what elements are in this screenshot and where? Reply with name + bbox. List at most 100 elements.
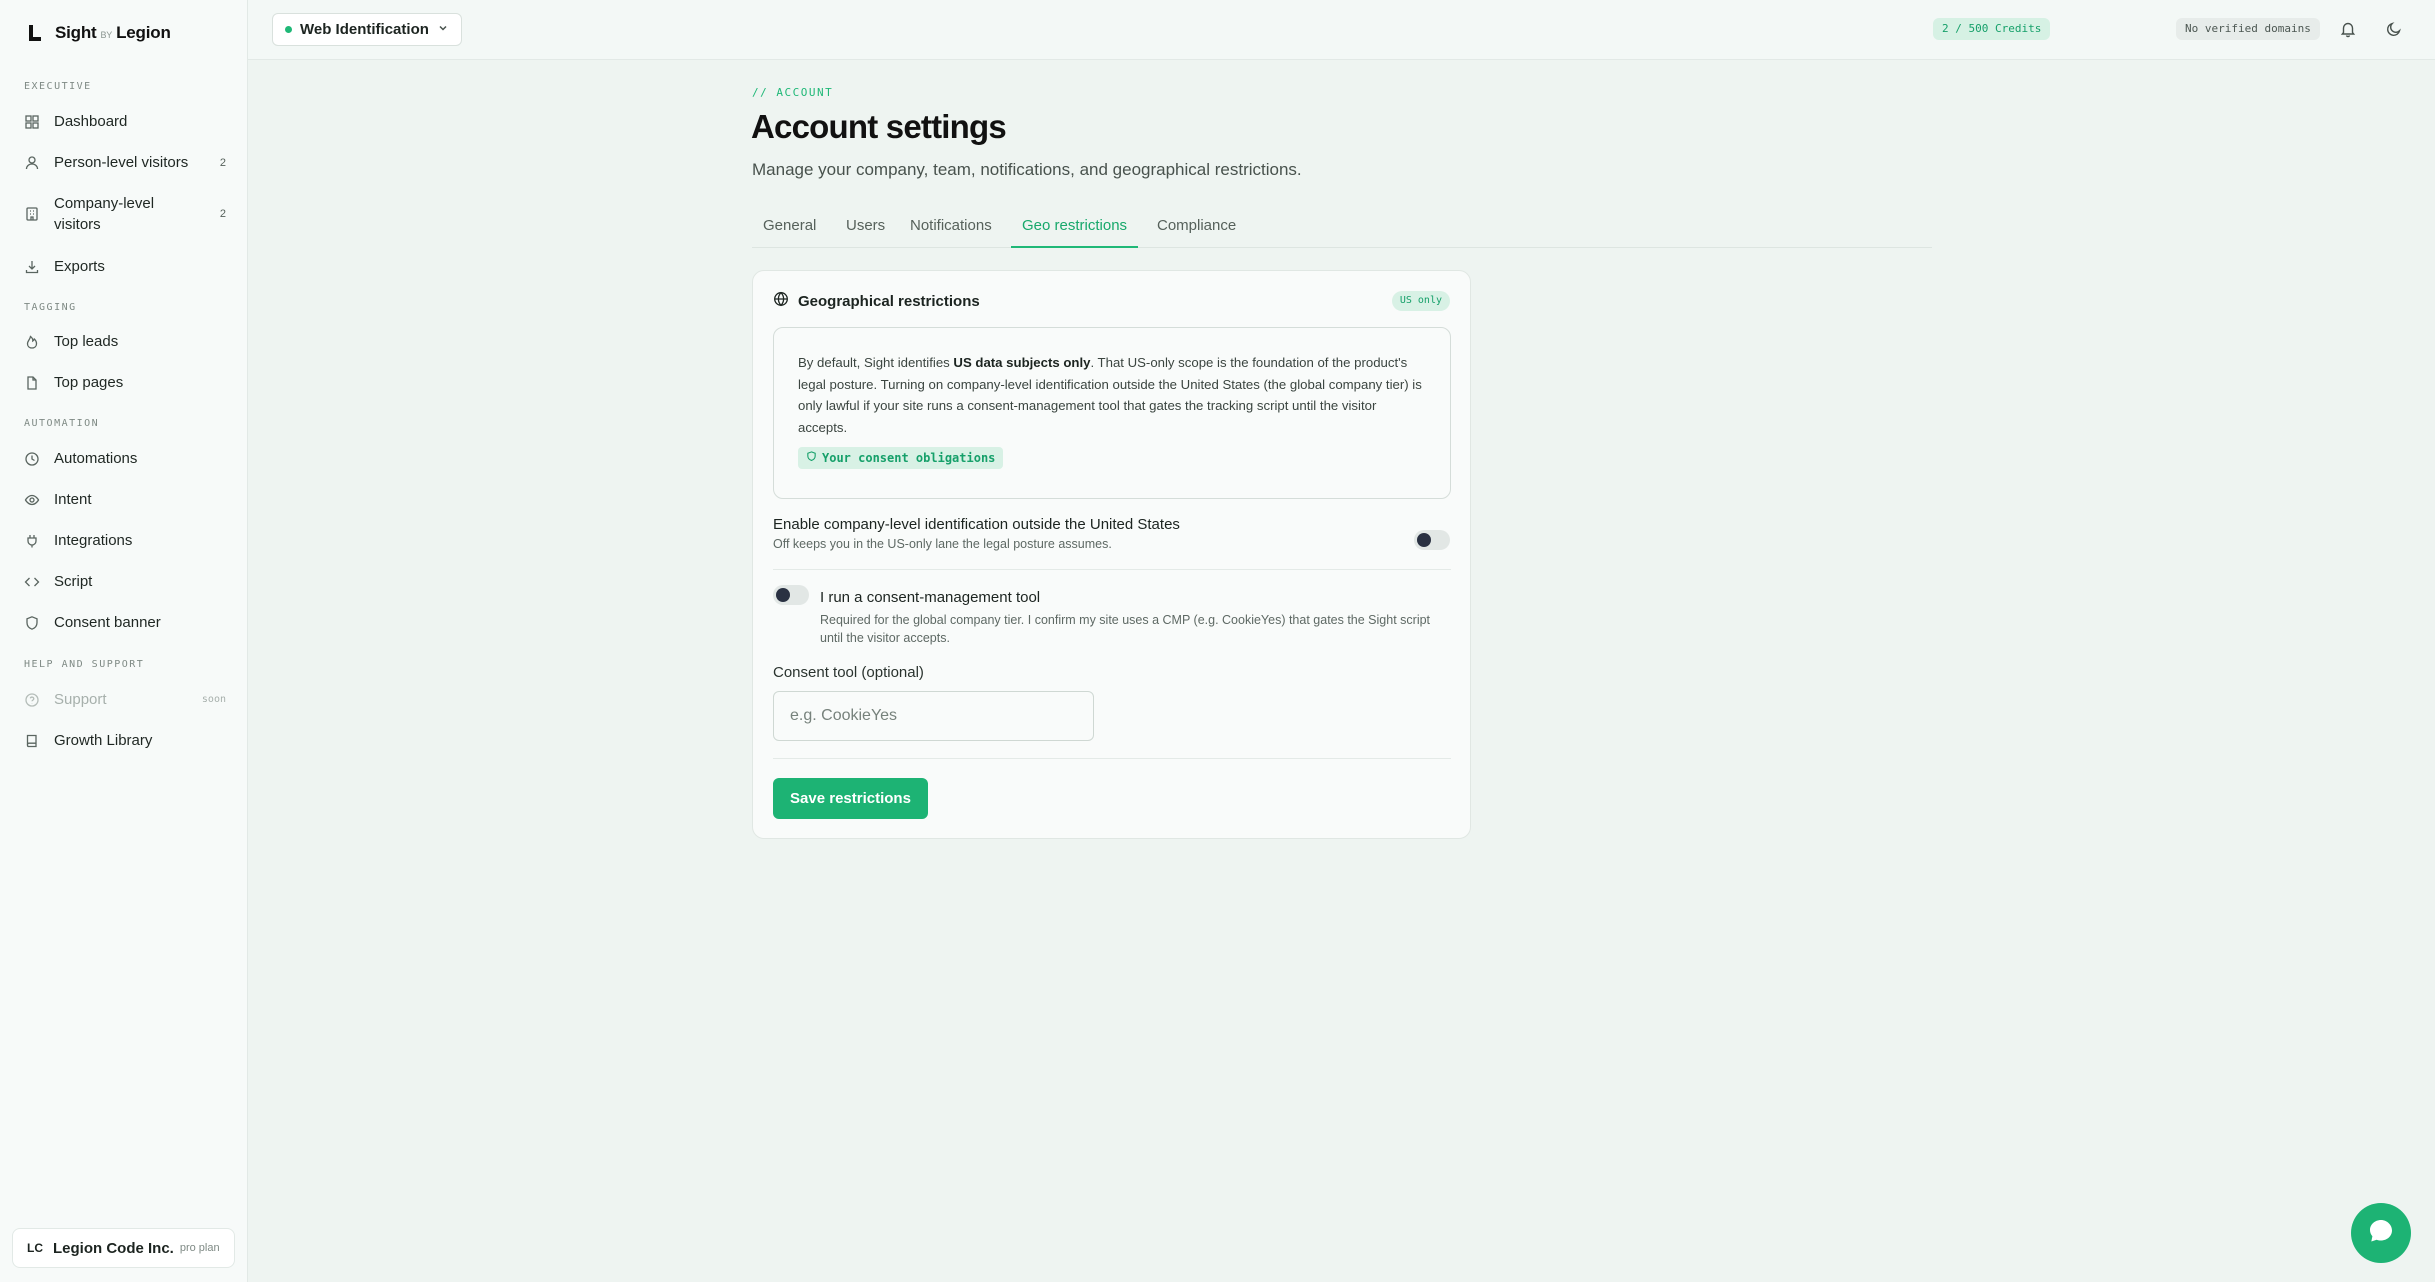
sidebar-item-top-pages[interactable]: Top pages bbox=[16, 372, 232, 393]
consent-tool-input[interactable] bbox=[773, 691, 1094, 741]
clock-icon bbox=[22, 449, 42, 469]
brand-org: Legion bbox=[116, 23, 171, 42]
sidebar-item-label: Script bbox=[54, 573, 93, 590]
section-label-automation: AUTOMATION bbox=[24, 418, 100, 429]
card-header: Geographical restrictions bbox=[773, 291, 980, 311]
sidebar-item-label: Intent bbox=[54, 491, 92, 508]
sidebar-item-exports[interactable]: Exports bbox=[16, 256, 232, 277]
sidebar-item-top-leads[interactable]: Top leads bbox=[16, 331, 232, 352]
sidebar-item-label: Person-level visitors bbox=[54, 154, 189, 171]
section-label-help-and-support: HELP AND SUPPORT bbox=[24, 659, 145, 670]
sidebar-item-support: Support soon bbox=[16, 689, 232, 710]
brand-name: Sight bbox=[55, 23, 97, 42]
toggle-knob bbox=[1417, 533, 1431, 547]
plug-icon bbox=[22, 531, 42, 551]
shield-icon bbox=[806, 451, 817, 465]
moon-icon[interactable] bbox=[2383, 18, 2405, 40]
download-icon bbox=[22, 257, 42, 277]
sidebar-item-dashboard[interactable]: Dashboard bbox=[16, 111, 232, 132]
grid-icon bbox=[22, 112, 42, 132]
shield-icon bbox=[22, 613, 42, 633]
sidebar-item-label: Support bbox=[54, 691, 107, 708]
chat-launcher-button[interactable] bbox=[2351, 1203, 2411, 1263]
org-name: Legion Code Inc. bbox=[53, 1239, 174, 1257]
topbar: Web Identification 2 / 500 Credits No ve… bbox=[248, 0, 2435, 60]
link-label: Your consent obligations bbox=[822, 451, 996, 465]
help-icon bbox=[22, 690, 42, 710]
sidebar-item-label: Exports bbox=[54, 258, 105, 275]
sidebar-item-label: Consent banner bbox=[54, 614, 161, 631]
code-icon bbox=[22, 572, 42, 592]
sidebar-item-label: Integrations bbox=[54, 532, 133, 549]
sidebar-item-label: Company-level visitors bbox=[54, 195, 155, 233]
status-dot bbox=[285, 26, 292, 33]
legal-notice: By default, Sight identifies US data sub… bbox=[773, 327, 1451, 499]
flame-icon bbox=[22, 332, 42, 352]
file-icon bbox=[22, 373, 42, 393]
domains-badge[interactable]: No verified domains bbox=[2176, 18, 2320, 40]
tab-users[interactable]: Users bbox=[835, 216, 896, 248]
tab-notifications[interactable]: Notifications bbox=[899, 216, 1003, 248]
soon-badge: soon bbox=[201, 694, 226, 705]
geo-restrictions-card: Geographical restrictions US only By def… bbox=[752, 270, 1471, 839]
sidebar: Sight BY Legion EXECUTIVE Dashboard Person… bbox=[0, 0, 248, 1282]
sidebar-item-person-level-visitors[interactable]: Person-level visitors 2 bbox=[16, 152, 232, 173]
cmp-toggle-label: I run a consent-management tool bbox=[820, 589, 1041, 606]
section-label-tagging: TAGGING bbox=[24, 302, 77, 313]
sidebar-item-integrations[interactable]: Integrations bbox=[16, 530, 232, 551]
tab-geo-restrictions[interactable]: Geo restrictions bbox=[1011, 216, 1139, 248]
divider bbox=[773, 569, 1451, 570]
page-title: Account settings bbox=[751, 108, 1007, 145]
sidebar-item-label: Automations bbox=[54, 450, 138, 467]
card-title: Geographical restrictions bbox=[798, 292, 980, 310]
sidebar-item-automations[interactable]: Automations bbox=[16, 448, 232, 469]
outside-us-toggle[interactable] bbox=[1414, 530, 1450, 550]
avatar: LC bbox=[27, 1241, 43, 1255]
cmp-toggle-hint: Required for the global company tier. I … bbox=[820, 613, 1431, 645]
org-switcher[interactable]: LC Legion Code Inc. pro plan bbox=[12, 1228, 235, 1268]
eye-icon bbox=[22, 490, 42, 510]
chat-icon bbox=[2366, 1216, 2396, 1251]
product-name: Web Identification bbox=[300, 21, 429, 38]
status-badge: US only bbox=[1391, 291, 1450, 311]
sidebar-item-label: Top leads bbox=[54, 333, 119, 350]
notice-text: By default, Sight identifies US data sub… bbox=[798, 355, 1422, 435]
tab-general[interactable]: General bbox=[752, 216, 827, 248]
consent-obligations-link[interactable]: Your consent obligations bbox=[798, 447, 1004, 469]
breadcrumb: // ACCOUNT bbox=[752, 86, 834, 99]
sidebar-item-label: Top pages bbox=[54, 374, 124, 391]
notice-emphasis: US data subjects only bbox=[953, 355, 1091, 370]
sidebar-item-intent[interactable]: Intent bbox=[16, 489, 232, 510]
sidebar-item-growth-library[interactable]: Growth Library bbox=[16, 730, 232, 751]
count-badge: 2 bbox=[219, 208, 226, 220]
chevron-down-icon bbox=[437, 21, 449, 38]
save-restrictions-button[interactable]: Save restrictions bbox=[773, 778, 928, 819]
building-icon bbox=[22, 204, 42, 224]
section-label-executive: EXECUTIVE bbox=[24, 81, 92, 92]
sidebar-item-label: Dashboard bbox=[54, 113, 128, 130]
divider bbox=[773, 758, 1451, 759]
brand-by: BY bbox=[100, 30, 113, 40]
credits-badge[interactable]: 2 / 500 Credits bbox=[1933, 18, 2051, 40]
count-badge: 2 bbox=[219, 156, 226, 169]
globe-icon bbox=[773, 291, 789, 311]
settings-tabs: General Users Notifications Geo restrict… bbox=[752, 212, 1932, 248]
book-icon bbox=[22, 731, 42, 751]
sidebar-item-consent-banner[interactable]: Consent banner bbox=[16, 612, 232, 633]
outside-us-toggle-hint: Off keeps you in the US-only lane the le… bbox=[773, 537, 1112, 551]
brand-logo[interactable]: Sight BY Legion bbox=[27, 22, 171, 44]
cmp-toggle[interactable] bbox=[773, 585, 809, 605]
logo-icon bbox=[27, 22, 45, 44]
toggle-knob bbox=[776, 588, 790, 602]
bell-icon[interactable] bbox=[2337, 18, 2359, 40]
sidebar-item-label: Growth Library bbox=[54, 732, 153, 749]
page-subtitle: Manage your company, team, notifications… bbox=[752, 160, 1302, 179]
sidebar-item-script[interactable]: Script bbox=[16, 571, 232, 592]
person-icon bbox=[22, 153, 42, 173]
consent-tool-label: Consent tool (optional) bbox=[773, 664, 924, 681]
outside-us-toggle-label: Enable company-level identification outs… bbox=[773, 516, 1180, 533]
product-switcher[interactable]: Web Identification bbox=[272, 13, 462, 46]
org-plan: pro plan bbox=[179, 1242, 220, 1254]
tab-compliance[interactable]: Compliance bbox=[1146, 216, 1247, 248]
sidebar-item-company-level-visitors[interactable]: Company-level visitors 2 bbox=[16, 193, 232, 235]
